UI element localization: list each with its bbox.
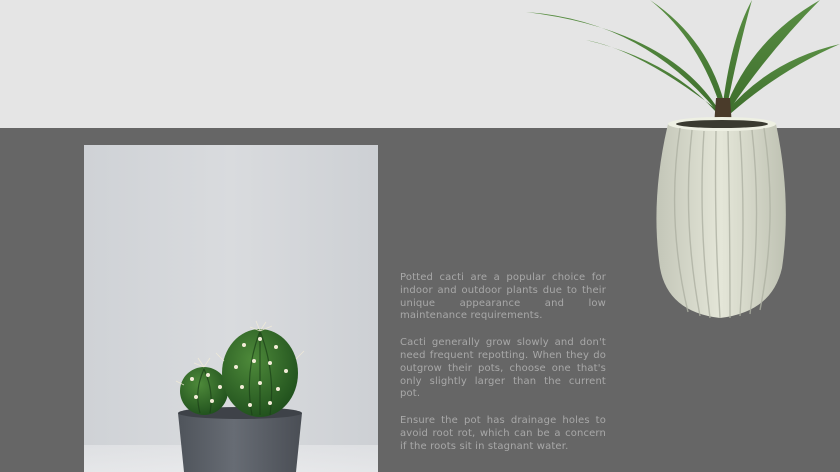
paragraph-2: Cacti generally grow slowly and don't ne… — [400, 337, 606, 400]
paragraph-3: Ensure the pot has drainage holes to avo… — [400, 415, 606, 452]
white-vase — [656, 124, 786, 318]
cactus-photo — [84, 145, 378, 472]
small-cactus — [180, 367, 228, 415]
slide: Potted cacti are a popular choice for in… — [0, 0, 840, 472]
plant-leaves — [526, 0, 840, 114]
paragraph-1: Potted cacti are a popular choice for in… — [400, 272, 606, 322]
cactus-photo-image — [84, 145, 378, 472]
description-text: Potted cacti are a popular choice for in… — [400, 272, 606, 468]
cactus-pot — [178, 413, 302, 472]
